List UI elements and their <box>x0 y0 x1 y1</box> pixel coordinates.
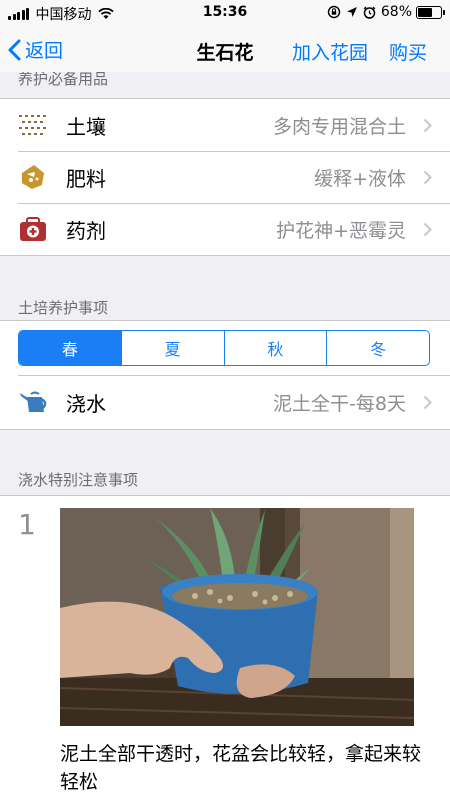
battery-icon <box>416 5 445 19</box>
status-bar: 中国移动 15:36 68% <box>0 0 450 26</box>
chevron-right-icon <box>423 222 432 237</box>
rotation-lock-icon <box>327 5 341 19</box>
buy-button[interactable]: 购买 <box>389 38 427 65</box>
season-tab-spring[interactable]: 春 <box>19 331 121 365</box>
watering-notes-header: 浇水特别注意事项 <box>18 471 139 489</box>
watering-row[interactable]: 浇水 泥土全干-每8天 <box>0 376 450 428</box>
note-number: 1 <box>18 508 36 541</box>
care-section-header: 土培养护事项 <box>18 299 109 317</box>
chevron-right-icon <box>423 118 432 133</box>
season-tab-autumn[interactable]: 秋 <box>223 331 327 365</box>
battery-percent: 68% <box>380 4 412 20</box>
plant-pot-photo <box>60 508 414 726</box>
back-button[interactable]: 返回 <box>8 36 63 63</box>
supply-row-medicine[interactable]: 药剂 护花神+恶霉灵 <box>0 203 450 255</box>
add-to-garden-button[interactable]: 加入花园 <box>292 38 368 65</box>
supplies-section-header: 养护必备用品 <box>0 72 450 98</box>
medicine-kit-icon <box>20 217 46 241</box>
season-tab-winter[interactable]: 冬 <box>326 331 429 365</box>
fertilizer-icon <box>22 165 44 189</box>
supply-label: 药剂 <box>66 218 106 243</box>
page-title: 生石花 <box>196 42 254 64</box>
supply-value: 多肉专用混合土 <box>272 115 406 138</box>
supply-label: 土壤 <box>66 114 106 139</box>
supplies-header-label: 养护必备用品 <box>18 72 109 88</box>
battery-fill <box>418 7 432 17</box>
alarm-icon <box>363 6 376 19</box>
supply-label: 肥料 <box>66 166 106 191</box>
watering-note-item: 1 泥土全部干透时，花盆会比较轻，拿起来较轻松 <box>0 495 450 801</box>
season-segmented-control: 春 夏 秋 冬 <box>18 330 430 366</box>
season-tab-summer[interactable]: 夏 <box>120 331 224 365</box>
supplies-list: 土壤 多肉专用混合土 肥料 缓释+液体 药剂 护花神+恶霉灵 <box>0 98 450 256</box>
back-label: 返回 <box>25 40 64 62</box>
soil-icon <box>19 115 46 135</box>
supply-row-soil[interactable]: 土壤 多肉专用混合土 <box>0 99 450 151</box>
supply-value: 护花神+恶霉灵 <box>276 219 406 242</box>
watering-can-icon <box>20 391 47 412</box>
chevron-right-icon <box>423 170 432 185</box>
nav-bar: 返回 生石花 加入花园 购买 <box>0 26 450 72</box>
chevron-left-icon <box>8 39 21 60</box>
chevron-right-icon <box>423 395 432 410</box>
status-right: 68% <box>327 4 445 20</box>
location-icon <box>346 7 357 17</box>
note-text: 泥土全部干透时，花盆会比较轻，拿起来较轻松 <box>60 743 422 793</box>
watering-value: 泥土全干-每8天 <box>273 392 406 415</box>
supply-row-fertilizer[interactable]: 肥料 缓释+液体 <box>0 151 450 203</box>
watering-label: 浇水 <box>66 391 106 416</box>
supply-value: 缓释+液体 <box>314 167 406 190</box>
